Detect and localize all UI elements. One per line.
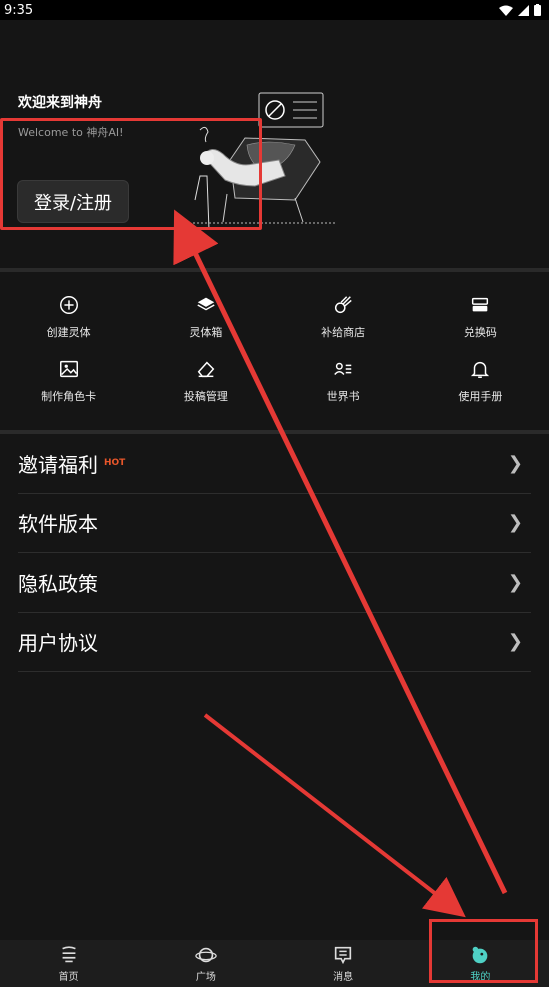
- make-character-card-button[interactable]: 制作角色卡: [0, 358, 137, 422]
- menu-item-label: 用户协议: [18, 631, 98, 656]
- chevron-right-icon: ❯: [507, 571, 523, 593]
- submission-manage-label: 投稿管理: [183, 390, 228, 403]
- spirit-box-label: 灵体箱: [189, 326, 223, 339]
- redeem-code-button[interactable]: 兑换码: [412, 294, 549, 358]
- welcome-title: 欢迎来到神舟: [18, 95, 102, 111]
- status-bar: 9:35: [0, 0, 549, 20]
- menu-item-version[interactable]: 软件版本 ❯: [18, 494, 531, 553]
- menu-item-label: 邀请福利: [18, 452, 98, 477]
- submission-manage-button[interactable]: 投稿管理: [137, 358, 274, 422]
- home-icon: [61, 946, 76, 963]
- create-spirit-label: 创建灵体: [46, 326, 91, 339]
- chevron-right-icon: ❯: [507, 512, 523, 534]
- status-time: 9:35: [4, 2, 34, 18]
- tab-label: 广场: [195, 972, 216, 983]
- world-book-label: 世界书: [326, 390, 360, 403]
- message-icon: [334, 946, 352, 965]
- tab-home[interactable]: 首页: [0, 940, 137, 987]
- redeem-code-label: 兑换码: [463, 326, 497, 339]
- login-register-button[interactable]: 登录/注册: [17, 180, 129, 223]
- meteor-icon: [335, 296, 352, 314]
- quick-actions-grid: 创建灵体 灵体箱 补给商店 兑换码 制作角色卡 投稿管理 世界书 使用手册: [0, 294, 549, 422]
- menu-item-invite[interactable]: 邀请福利 HOT ❯: [18, 434, 531, 494]
- supply-shop-button[interactable]: 补给商店: [275, 294, 412, 358]
- chevron-right-icon: ❯: [507, 631, 523, 653]
- welcome-subtitle: Welcome to 神舟AI!: [18, 126, 124, 139]
- tab-label: 消息: [333, 972, 354, 983]
- tab-profile[interactable]: 我的: [412, 940, 549, 987]
- chevron-right-icon: ❯: [507, 452, 523, 474]
- status-icons: [499, 4, 541, 16]
- user-manual-button[interactable]: 使用手册: [412, 358, 549, 422]
- plus-circle-icon: [59, 296, 78, 314]
- bell-icon: [471, 361, 490, 378]
- battery-icon: [534, 4, 541, 16]
- user-list-icon: [334, 362, 352, 375]
- menu-item-label: 隐私政策: [18, 571, 98, 596]
- profile-header: 欢迎来到神舟 Welcome to 神舟AI! 登录/注册: [0, 20, 549, 270]
- settings-menu: 邀请福利 HOT ❯ 软件版本 ❯ 隐私政策 ❯ 用户协议 ❯: [18, 434, 531, 672]
- menu-item-agreement[interactable]: 用户协议 ❯: [18, 613, 531, 672]
- hot-badge: HOT: [104, 458, 126, 469]
- eraser-icon: [197, 361, 215, 378]
- arrow-to-tab: [203, 713, 466, 918]
- user-manual-label: 使用手册: [458, 390, 503, 403]
- bottom-tab-bar: 首页 广场 消息 我的: [0, 940, 549, 987]
- create-spirit-button[interactable]: 创建灵体: [0, 294, 137, 358]
- menu-item-label: 软件版本: [18, 512, 98, 537]
- supply-shop-label: 补给商店: [321, 326, 366, 339]
- book-icon: [197, 297, 215, 311]
- image-icon: [59, 360, 78, 378]
- tab-messages[interactable]: 消息: [275, 940, 412, 987]
- ticket-icon: [472, 297, 489, 312]
- make-character-card-label: 制作角色卡: [41, 390, 97, 403]
- menu-item-privacy[interactable]: 隐私政策 ❯: [18, 553, 531, 613]
- tab-label: 首页: [58, 972, 79, 983]
- wifi-icon: [499, 5, 513, 16]
- reading-person-illustration: [185, 92, 335, 230]
- planet-icon: [195, 947, 217, 963]
- profile-icon: [473, 946, 488, 964]
- world-book-button[interactable]: 世界书: [275, 358, 412, 422]
- tab-plaza[interactable]: 广场: [137, 940, 274, 987]
- tab-label: 我的: [470, 972, 491, 983]
- section-divider: [0, 268, 549, 272]
- signal-icon: [518, 4, 529, 16]
- spirit-box-button[interactable]: 灵体箱: [137, 294, 274, 358]
